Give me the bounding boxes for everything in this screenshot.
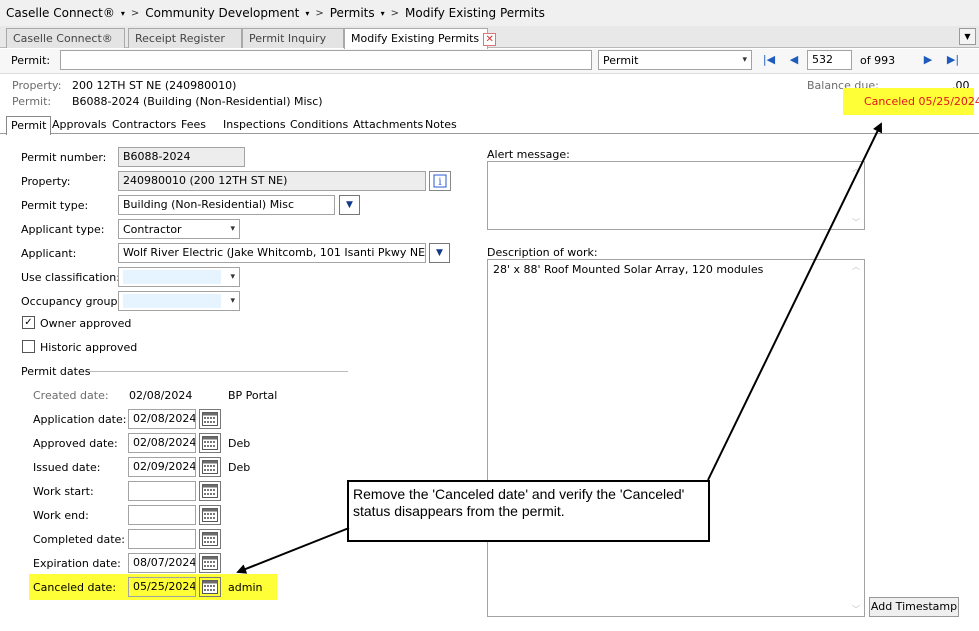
annotation-arrows bbox=[236, 122, 883, 574]
arrow-to-status bbox=[707, 122, 883, 481]
arrow-to-canceled-date bbox=[236, 527, 350, 574]
